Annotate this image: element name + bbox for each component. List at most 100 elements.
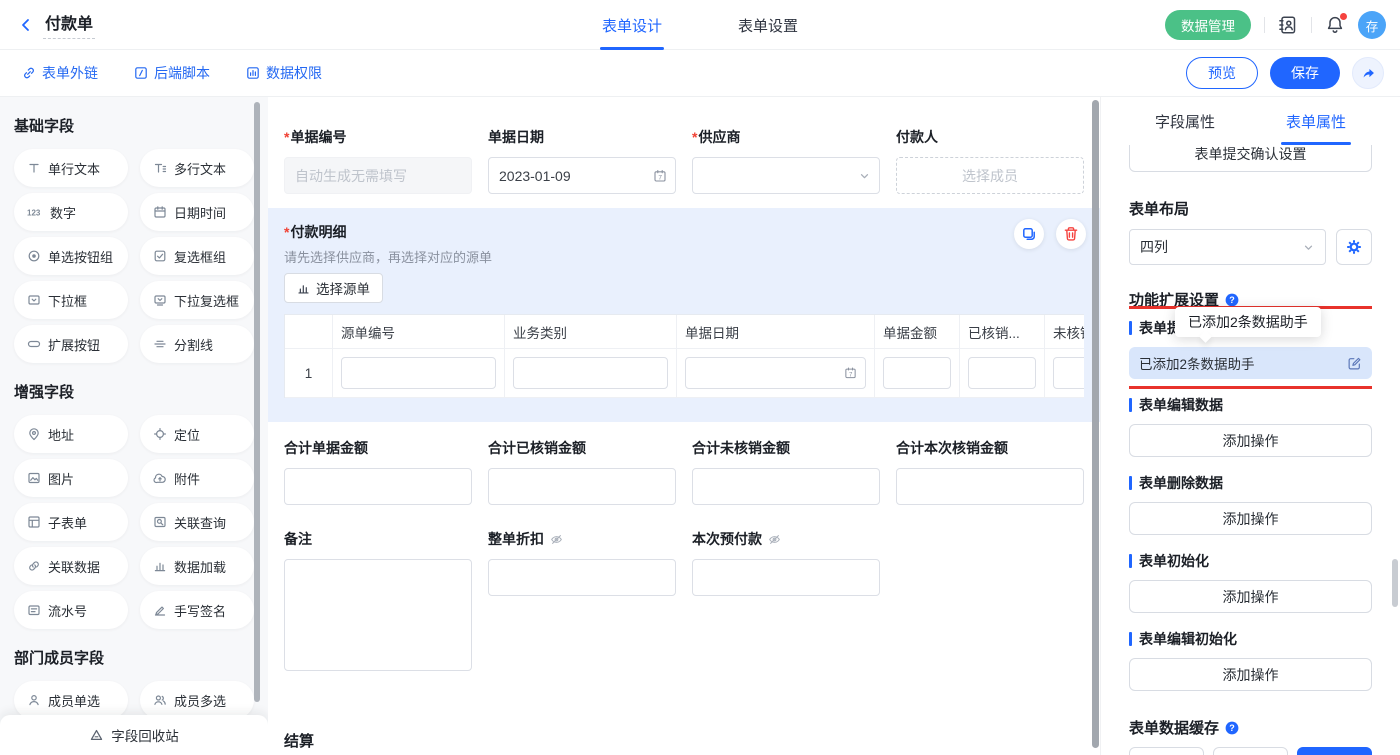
notification-bell-icon[interactable] (1325, 15, 1345, 35)
share-button[interactable] (1352, 57, 1384, 89)
gear-icon (1346, 239, 1362, 255)
edit-icon[interactable] (1347, 356, 1362, 371)
data-manage-button[interactable]: 数据管理 (1165, 10, 1251, 40)
field-doc-date[interactable]: 单据日期 7 (488, 127, 676, 194)
tab-form-properties[interactable]: 表单属性 (1283, 97, 1349, 145)
field-pill-location[interactable]: 定位 (140, 415, 254, 453)
section-title: 表单编辑初始化 (1129, 629, 1372, 649)
payer-member-input[interactable] (896, 157, 1084, 194)
supplier-select[interactable] (692, 157, 880, 194)
field-pill-subform[interactable]: 子表单 (14, 503, 128, 541)
page-title[interactable]: 付款单 (43, 10, 95, 39)
field-pill-multi-select[interactable]: 下拉复选框 (140, 281, 254, 319)
total-doc-amount-input[interactable] (284, 468, 472, 505)
backend-script-label: 后端脚本 (154, 63, 210, 83)
delete-button[interactable] (1056, 219, 1086, 249)
header-tabs: 表单设计 表单设置 (600, 0, 800, 50)
field-doc-number[interactable]: *单据编号 (284, 127, 472, 194)
add-action-button[interactable]: 添加操作 (1129, 424, 1372, 457)
cache-option-permanent[interactable]: 永久 (1129, 747, 1204, 755)
field-pill-select[interactable]: 下拉框 (14, 281, 128, 319)
tab-field-properties[interactable]: 字段属性 (1152, 97, 1218, 145)
number-icon: 123 (27, 205, 43, 219)
written-off-input[interactable] (968, 357, 1036, 389)
prepayment-input[interactable] (692, 559, 880, 596)
field-pill-checkbox-group[interactable]: 复选框组 (140, 237, 254, 275)
avatar[interactable]: 存 (1358, 11, 1386, 39)
field-pill-multi-text[interactable]: 多行文本 (140, 149, 254, 187)
map-pin-icon (27, 427, 41, 441)
field-pill-data-load[interactable]: 数据加载 (140, 547, 254, 585)
row-date-input[interactable] (685, 357, 866, 389)
layout-select[interactable]: 四列 (1129, 229, 1326, 265)
help-icon[interactable]: ? (1225, 293, 1239, 307)
field-pill-image[interactable]: 图片 (14, 459, 128, 497)
help-icon[interactable]: ? (1225, 721, 1239, 735)
save-button[interactable]: 保存 (1270, 57, 1340, 89)
field-pill-extend-button[interactable]: 扩展按钮 (14, 325, 128, 363)
field-pill-signature[interactable]: 手写签名 (140, 591, 254, 629)
field-payer[interactable]: 付款人 (896, 127, 1084, 194)
field-pill-linked-data[interactable]: 关联数据 (14, 547, 128, 585)
whole-discount-input[interactable] (488, 559, 676, 596)
add-action-button[interactable]: 添加操作 (1129, 658, 1372, 691)
form-external-link[interactable]: 表单外链 (22, 63, 98, 83)
section-title: 表单删除数据 (1129, 473, 1372, 493)
field-whole-discount[interactable]: 整单折扣 (488, 529, 676, 676)
add-action-button[interactable]: 添加操作 (1129, 580, 1372, 613)
field-total-current-write-off[interactable]: 合计本次核销金额 (896, 438, 1084, 505)
total-not-written-off-input[interactable] (692, 468, 880, 505)
doc-amount-input[interactable] (883, 357, 951, 389)
field-remark[interactable]: 备注 (284, 529, 472, 676)
business-type-input[interactable] (513, 357, 668, 389)
field-prepayment[interactable]: 本次预付款 (692, 529, 880, 676)
field-total-not-written-off[interactable]: 合计未核销金额 (692, 438, 880, 505)
properties-panel: 字段属性 表单属性 表单提交确认设置 表单布局 四列 功能扩展设置 ? (1100, 97, 1400, 755)
field-pill-attachment[interactable]: 附件 (140, 459, 254, 497)
backend-script-link[interactable]: 后端脚本 (134, 63, 210, 83)
select-source-button[interactable]: 选择源单 (284, 273, 383, 303)
cache-option-close[interactable]: 关闭 (1297, 747, 1372, 755)
settlement-section[interactable]: 结算 (284, 730, 1084, 755)
doc-date-input[interactable] (488, 157, 676, 194)
field-pill-member-single[interactable]: 成员单选 (14, 681, 128, 719)
field-pill-serial-number[interactable]: 流水号 (14, 591, 128, 629)
form-layout-row: 四列 (1129, 229, 1372, 265)
payment-detail-section[interactable]: *付款明细 请先选择供应商，再选择对应的源单 选择源单 源单编号 业务类别 单据… (268, 208, 1100, 422)
field-pill-single-text[interactable]: 单行文本 (14, 149, 128, 187)
data-assistant-item[interactable]: 已添加2条数据助手 (1129, 347, 1372, 379)
field-pill-address[interactable]: 地址 (14, 415, 128, 453)
field-supplier[interactable]: *供应商 (692, 127, 880, 194)
submit-confirm-settings-button[interactable]: 表单提交确认设置 (1129, 145, 1372, 172)
tab-form-design[interactable]: 表单设计 (600, 0, 664, 50)
doc-number-input[interactable] (284, 157, 472, 194)
panel-scrollbar[interactable] (1392, 559, 1398, 607)
form-canvas: *单据编号 单据日期 7 *供应商 付款人 *付款明细 请先选择供应商，再 (268, 97, 1100, 755)
address-book-icon[interactable] (1278, 15, 1298, 35)
field-pill-lookup[interactable]: 关联查询 (140, 503, 254, 541)
field-total-doc-amount[interactable]: 合计单据金额 (284, 438, 472, 505)
layout-settings-button[interactable] (1336, 229, 1372, 265)
sidebar-scrollbar[interactable] (254, 102, 260, 702)
tab-form-settings[interactable]: 表单设置 (736, 0, 800, 50)
section-form-delete-data: 表单删除数据 添加操作 (1129, 473, 1372, 535)
field-recycle-bin[interactable]: 字段回收站 (0, 715, 268, 755)
remark-textarea[interactable] (284, 559, 472, 671)
field-pill-radio-group[interactable]: 单选按钮组 (14, 237, 128, 275)
field-pill-divider[interactable]: 分割线 (140, 325, 254, 363)
field-pill-datetime[interactable]: 日期时间 (140, 193, 254, 231)
field-pill-number[interactable]: 123数字 (14, 193, 128, 231)
cache-option-submit[interactable]: 提交 (1213, 747, 1288, 755)
data-permission-link[interactable]: 数据权限 (246, 63, 322, 83)
copy-button[interactable] (1014, 219, 1044, 249)
preview-button[interactable]: 预览 (1186, 57, 1258, 89)
add-action-button[interactable]: 添加操作 (1129, 502, 1372, 535)
back-icon[interactable] (18, 17, 34, 33)
source-no-input[interactable] (341, 357, 496, 389)
field-pill-member-multi[interactable]: 成员多选 (140, 681, 254, 719)
not-written-off-input[interactable] (1053, 357, 1084, 389)
canvas-scrollbar[interactable] (1092, 100, 1099, 748)
field-total-written-off[interactable]: 合计已核销金额 (488, 438, 676, 505)
total-written-off-input[interactable] (488, 468, 676, 505)
total-current-write-off-input[interactable] (896, 468, 1084, 505)
